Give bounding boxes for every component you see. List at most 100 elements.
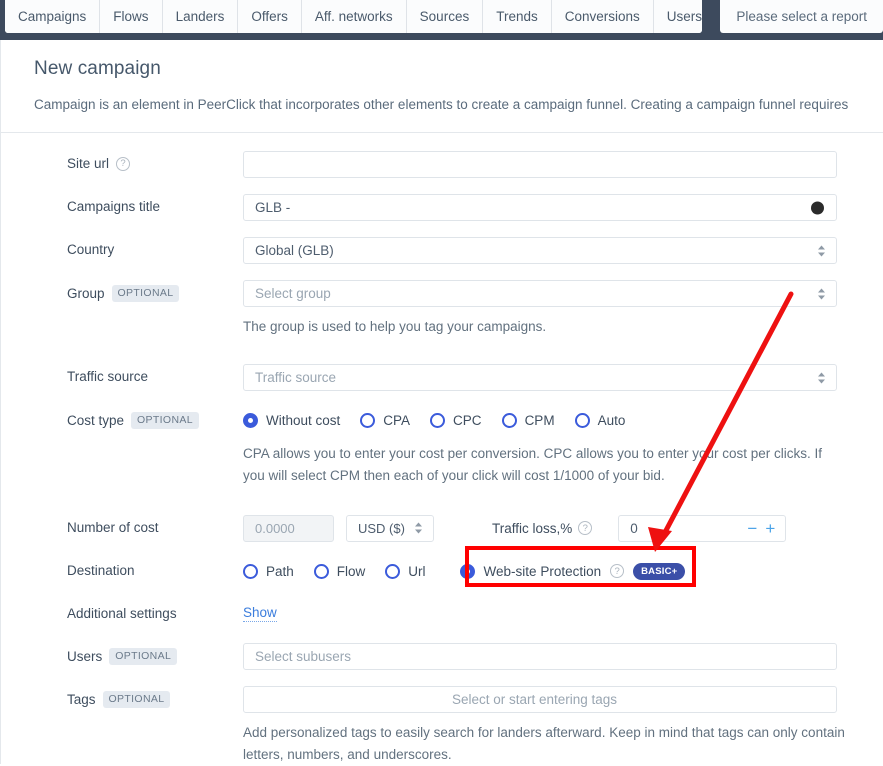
campaigns-title-value: GLB -: [255, 200, 291, 216]
tab-flows[interactable]: Flows: [100, 0, 163, 33]
chevron-updown-icon: [414, 522, 423, 535]
field-row-group: Group OPTIONAL Select group The group is…: [1, 280, 883, 338]
radio-label: Url: [408, 563, 426, 579]
campaigns-title-input[interactable]: GLB -: [243, 194, 837, 222]
tab-landers[interactable]: Landers: [162, 0, 239, 33]
currency-select[interactable]: USD ($): [346, 514, 434, 542]
radio-path[interactable]: Path: [243, 563, 294, 579]
tab-conversions[interactable]: Conversions: [551, 0, 654, 33]
label-text: Site url: [67, 156, 110, 172]
radio-dot-icon: [430, 413, 446, 429]
question-circle-icon[interactable]: ?: [610, 564, 625, 579]
cost-controls: 0.0000 USD ($) Traffic loss,% ? 0 − +: [243, 514, 867, 542]
radio-dot-icon: [243, 563, 258, 579]
radio-dot-icon: [385, 563, 401, 579]
report-selector[interactable]: Please select a report: [720, 0, 883, 33]
destination-radio-group: Path Flow Url Web-site Protection ? BASI…: [243, 558, 867, 585]
campaigns-title-label: Campaigns title: [1, 194, 243, 214]
tab-label: Offers: [251, 9, 288, 24]
tab-label: Aff. networks: [314, 9, 393, 24]
field-row-users: Users OPTIONAL Select subusers: [1, 642, 883, 670]
tab-label: Trends: [496, 9, 538, 24]
question-circle-icon[interactable]: ?: [578, 521, 593, 536]
field-row-campaigns-title: Campaigns title GLB -: [1, 194, 883, 222]
radio-cpa[interactable]: CPA: [360, 413, 411, 429]
label-text: Cost type: [67, 413, 125, 429]
radio-website-protection[interactable]: Web-site Protection ? BASIC+: [459, 562, 686, 580]
label-text: Destination: [67, 562, 135, 578]
label-text: Country: [67, 242, 115, 258]
cursor-dot-indicator: [811, 201, 824, 215]
radio-dot-icon: [313, 563, 329, 579]
tab-label: Sources: [419, 9, 470, 24]
radio-auto[interactable]: Auto: [574, 413, 626, 429]
traffic-source-select[interactable]: Traffic source: [243, 364, 837, 392]
tags-hint: Add personalized tags to easily search f…: [243, 724, 845, 762]
label-text: Campaigns title: [67, 199, 161, 215]
traffic-loss-value: 0: [630, 520, 638, 536]
group-hint: The group is used to help you tag your c…: [243, 319, 547, 335]
field-row-traffic-source: Traffic source Traffic source: [1, 364, 883, 392]
site-url-input[interactable]: [243, 151, 837, 179]
label-text: Group: [67, 286, 105, 302]
question-circle-icon[interactable]: ?: [116, 156, 131, 171]
tab-users[interactable]: Users: [653, 0, 703, 33]
traffic-source-label: Traffic source: [1, 364, 243, 384]
users-select[interactable]: Select subusers: [243, 642, 837, 670]
users-label: Users OPTIONAL: [1, 643, 243, 665]
radio-dot-icon: [501, 413, 517, 429]
chevron-updown-icon: [817, 244, 826, 257]
report-selector-label: Please select a report: [736, 9, 867, 24]
radio-label: Without cost: [266, 413, 341, 429]
radio-without-cost[interactable]: Without cost: [243, 413, 341, 429]
traffic-loss-stepper[interactable]: 0 − +: [618, 514, 787, 542]
radio-cpc[interactable]: CPC: [430, 413, 482, 429]
plus-icon[interactable]: +: [765, 520, 775, 537]
minus-icon[interactable]: −: [747, 520, 757, 537]
label-text: Traffic source: [67, 369, 149, 385]
cost-amount-input[interactable]: 0.0000: [243, 514, 334, 542]
label-text: Tags: [67, 691, 96, 707]
chevron-updown-icon: [817, 371, 826, 384]
radio-label: CPA: [383, 413, 411, 429]
radio-label: CPM: [524, 413, 555, 429]
country-label: Country: [1, 237, 243, 257]
radio-label: Auto: [597, 413, 626, 429]
radio-dot-icon: [243, 413, 258, 429]
number-of-cost-label: Number of cost: [1, 515, 243, 535]
destination-label: Destination: [1, 558, 243, 578]
stepper-controls: − +: [747, 520, 775, 537]
tags-input[interactable]: Select or start entering tags: [243, 685, 837, 713]
tab-campaigns[interactable]: Campaigns: [5, 0, 101, 33]
primary-tabs: Campaigns Flows Landers Offers Aff. netw…: [5, 0, 703, 33]
tab-sources[interactable]: Sources: [406, 0, 484, 33]
optional-badge: OPTIONAL: [102, 690, 171, 708]
radio-url[interactable]: Url: [385, 563, 426, 579]
page-description: Campaign is an element in PeerClick that…: [34, 97, 851, 112]
tab-offers[interactable]: Offers: [238, 0, 302, 33]
radio-cpm[interactable]: CPM: [501, 413, 555, 429]
label-text: Number of cost: [67, 519, 159, 535]
radio-flow[interactable]: Flow: [313, 563, 366, 579]
additional-settings-label: Additional settings: [1, 601, 243, 621]
site-url-label: Site url ?: [1, 151, 243, 171]
country-select[interactable]: Global (GLB): [243, 237, 837, 265]
page-title: New campaign: [34, 58, 161, 79]
group-select[interactable]: Select group: [243, 280, 837, 308]
chevron-updown-icon: [817, 287, 826, 300]
field-row-cost-type: Cost type OPTIONAL Without cost CPA CPC: [1, 407, 883, 487]
traffic-source-value: Traffic source: [255, 370, 337, 386]
group-label: Group OPTIONAL: [1, 280, 243, 303]
field-row-additional-settings: Additional settings Show: [1, 601, 883, 627]
optional-badge: OPTIONAL: [131, 412, 199, 430]
tab-aff-networks[interactable]: Aff. networks: [301, 0, 407, 33]
radio-label: CPC: [453, 413, 482, 429]
radio-label: Flow: [336, 563, 366, 579]
tab-trends[interactable]: Trends: [483, 0, 552, 33]
cost-type-hint: CPA allows you to enter your cost per co…: [243, 446, 822, 483]
plan-badge-basic-plus: BASIC+: [633, 562, 686, 580]
cost-type-radio-group: Without cost CPA CPC CPM Auto: [243, 407, 867, 434]
group-value: Select group: [255, 286, 331, 302]
show-additional-settings-link[interactable]: Show: [243, 604, 277, 622]
field-row-country: Country Global (GLB): [1, 237, 883, 265]
